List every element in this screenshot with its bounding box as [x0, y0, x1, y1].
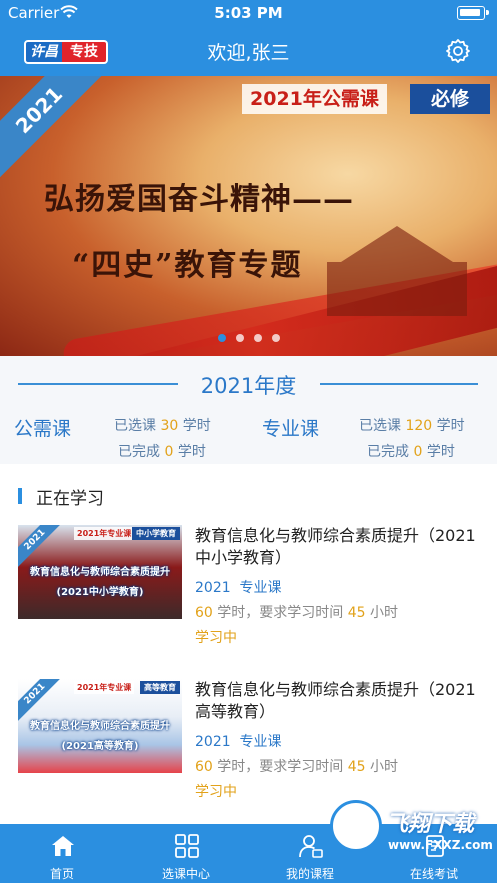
- carousel-dot[interactable]: [235, 334, 244, 342]
- tab-home[interactable]: 首页: [0, 824, 124, 883]
- year-summary: 2021年度 公需课 已选课 30 学时 已完成 0 学时 专业课 已选课 12…: [0, 356, 497, 464]
- thumb-course-tag: 2021年专业课: [74, 527, 135, 540]
- carousel-dot[interactable]: [253, 334, 262, 342]
- year-title: 2021年度: [200, 374, 297, 398]
- course-card[interactable]: 2021 2021年专业课 中小学教育 教育信息化与教师综合素质提升 (2021…: [0, 525, 497, 646]
- stat-label: 已选课: [359, 418, 401, 434]
- course-title[interactable]: 教育信息化与教师综合素质提升（2021高等教育）: [195, 679, 485, 723]
- course-hours: 60 学时，要求学习时间 45 小时: [195, 756, 398, 776]
- clock: 5:03 PM: [214, 4, 283, 22]
- promo-banner[interactable]: 2021 2021年公需课 必修 弘扬爱国奋斗精神—— “四史”教育专题: [0, 76, 497, 356]
- stat-unit: 学时: [177, 444, 206, 460]
- course-credit-hours: 60: [195, 605, 213, 621]
- course-hours-text: 学时，要求学习时间: [217, 759, 344, 775]
- course-required-unit: 小时: [370, 759, 399, 775]
- course-hours-text: 学时，要求学习时间: [217, 605, 344, 621]
- course-card[interactable]: 2021 2021年专业课 高等教育 教育信息化与教师综合素质提升 (2021高…: [0, 679, 497, 800]
- course-hours: 60 学时，要求学习时间 45 小时: [195, 602, 398, 622]
- user-course-icon: [299, 835, 323, 858]
- thumb-course-tag: 2021年专业课: [74, 681, 135, 694]
- professional-course-label[interactable]: 专业课: [262, 414, 319, 441]
- gear-icon[interactable]: [445, 38, 471, 64]
- public-completed-stat: 已完成 0 学时: [118, 441, 206, 461]
- stat-value: 30: [160, 418, 179, 434]
- course-meta: 2021 专业课: [195, 577, 282, 597]
- tab-label: 我的课程: [285, 867, 334, 881]
- course-thumbnail[interactable]: 2021 2021年专业课 高等教育 教育信息化与教师综合素质提升 (2021高…: [18, 679, 182, 773]
- stat-unit: 学时: [426, 444, 455, 460]
- professional-completed-stat: 已完成 0 学时: [367, 441, 455, 461]
- stat-value: 120: [405, 418, 433, 434]
- exam-icon: [426, 835, 444, 857]
- stat-label: 已完成: [367, 444, 409, 460]
- carousel-indicator[interactable]: [0, 334, 497, 342]
- navigation-bar: 许昌 专技 欢迎,张三: [0, 26, 497, 76]
- course-category: 专业课: [239, 580, 282, 596]
- public-course-label[interactable]: 公需课: [14, 414, 71, 441]
- stat-value: 0: [413, 444, 423, 460]
- course-thumbnail[interactable]: 2021 2021年专业课 中小学教育 教育信息化与教师综合素质提升 (2021…: [18, 525, 182, 619]
- thumb-title: 教育信息化与教师综合素质提升: [30, 721, 170, 732]
- stat-unit: 学时: [182, 418, 211, 434]
- course-status: 学习中: [195, 630, 237, 646]
- course-required-unit: 小时: [370, 605, 399, 621]
- tab-label: 在线考试: [409, 867, 458, 881]
- banner-decoration: [327, 226, 467, 316]
- stat-label: 已选课: [114, 418, 156, 434]
- course-title[interactable]: 教育信息化与教师综合素质提升（2021中小学教育）: [195, 525, 485, 569]
- stat-unit: 学时: [436, 418, 465, 434]
- status-bar: Carrier 5:03 PM: [0, 0, 497, 26]
- section-header: 正在学习: [18, 486, 104, 509]
- stat-value: 0: [164, 444, 174, 460]
- tab-online-exam[interactable]: 在线考试: [372, 824, 496, 883]
- battery-icon: [457, 6, 489, 20]
- course-status: 学习中: [195, 784, 237, 800]
- thumb-title: 教育信息化与教师综合素质提升: [30, 567, 170, 578]
- thumb-category-tag: 中小学教育: [132, 527, 180, 540]
- course-required-hours: 45: [347, 605, 366, 621]
- tab-label: 选课中心: [161, 867, 210, 881]
- course-year: 2021: [195, 734, 231, 750]
- banner-year-ribbon: 2021: [0, 76, 114, 185]
- banner-subheadline: “四史”教育专题: [72, 248, 303, 283]
- thumb-subtitle: (2021中小学教育): [56, 587, 144, 598]
- stat-label: 已完成: [118, 444, 160, 460]
- banner-headline: 弘扬爱国奋斗精神——: [44, 182, 354, 217]
- home-icon: [52, 836, 74, 856]
- tab-my-courses[interactable]: 我的课程: [248, 824, 372, 883]
- course-required-hours: 45: [347, 759, 366, 775]
- page-title: 欢迎,张三: [207, 42, 290, 64]
- section-title: 正在学习: [36, 488, 104, 509]
- section-marker: [18, 488, 22, 504]
- thumb-category-tag: 高等教育: [140, 681, 180, 694]
- tab-label: 首页: [49, 867, 74, 881]
- tab-bar: 首页 选课中心 我的课程 在线考试: [0, 824, 497, 883]
- banner-course-tag: 2021年公需课: [242, 84, 387, 114]
- grid-icon: [175, 834, 199, 858]
- carousel-dot[interactable]: [217, 334, 226, 342]
- course-category: 专业课: [239, 734, 282, 750]
- thumb-subtitle: (2021高等教育): [61, 741, 139, 752]
- professional-selected-stat: 已选课 120 学时: [359, 415, 465, 435]
- tab-course-center[interactable]: 选课中心: [124, 824, 248, 883]
- course-meta: 2021 专业课: [195, 731, 282, 751]
- course-year: 2021: [195, 580, 231, 596]
- carousel-dot[interactable]: [271, 334, 280, 342]
- course-credit-hours: 60: [195, 759, 213, 775]
- learning-section: 正在学习 2021 2021年专业课 中小学教育 教育信息化与教师综合素质提升 …: [0, 464, 497, 824]
- public-selected-stat: 已选课 30 学时: [114, 415, 211, 435]
- banner-required-tag: 必修: [410, 84, 490, 114]
